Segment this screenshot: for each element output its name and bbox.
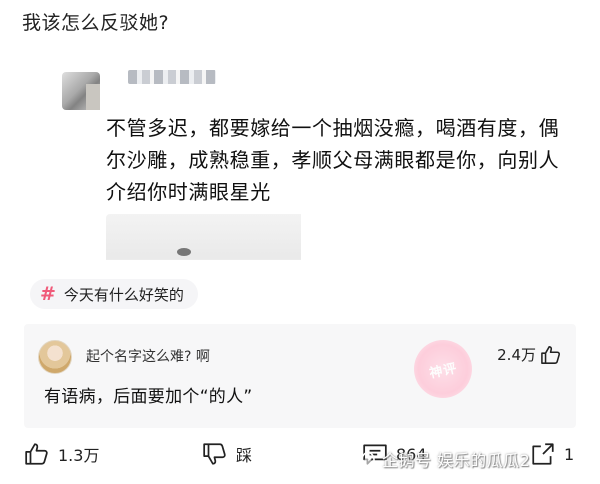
commenter-avatar[interactable] bbox=[38, 340, 72, 374]
hot-comment-seal-label: 神评 bbox=[428, 360, 459, 382]
thumb-up-icon bbox=[25, 443, 48, 465]
dislike-label: 踩 bbox=[236, 446, 253, 465]
commenter-name[interactable]: 起个名字这么难? 啊 bbox=[86, 346, 210, 366]
share-icon bbox=[532, 443, 554, 465]
dislike-button[interactable]: 踩 bbox=[202, 442, 252, 466]
source-watermark-text: 企鹅号 娱乐的瓜瓜2 bbox=[382, 451, 531, 470]
post-title: 我该怎么反驳她? bbox=[22, 12, 170, 34]
share-count: 1 bbox=[564, 444, 575, 464]
quoted-user-avatar-edge bbox=[86, 84, 100, 110]
quoted-post-image bbox=[106, 214, 301, 260]
topic-tag[interactable]: # 今天有什么好笑的 bbox=[30, 279, 198, 309]
source-watermark: 企鹅号 娱乐的瓜瓜2 bbox=[360, 447, 530, 471]
hashtag-icon: # bbox=[40, 283, 56, 305]
quoted-post-text: 不管多迟，都要嫁给一个抽烟没瘾，喝酒有度，偶尔沙雕，成熟稳重，孝顺父母满眼都是你… bbox=[106, 116, 560, 204]
like-count: 1.3万 bbox=[58, 446, 100, 465]
comment-like-count: 2.4万 bbox=[497, 346, 536, 364]
penguin-icon bbox=[361, 451, 375, 468]
quoted-post-image-detail bbox=[177, 248, 191, 256]
screenshot-fade bbox=[0, 258, 600, 272]
comment-like-button[interactable]: 2.4万 bbox=[497, 344, 562, 365]
comment-text: 有语病，后面要加个“的人” bbox=[44, 387, 253, 407]
thumb-down-icon bbox=[203, 443, 226, 465]
like-button[interactable]: 1.3万 bbox=[24, 442, 99, 466]
quoted-user-name-blurred bbox=[128, 70, 216, 84]
share-button[interactable]: 1 bbox=[530, 442, 574, 466]
top-comment-card[interactable]: 起个名字这么难? 啊 2.4万 有语病，后面要加个“的人” bbox=[24, 324, 576, 428]
topic-label: 今天有什么好笑的 bbox=[63, 285, 184, 304]
thumb-up-icon bbox=[541, 345, 561, 364]
